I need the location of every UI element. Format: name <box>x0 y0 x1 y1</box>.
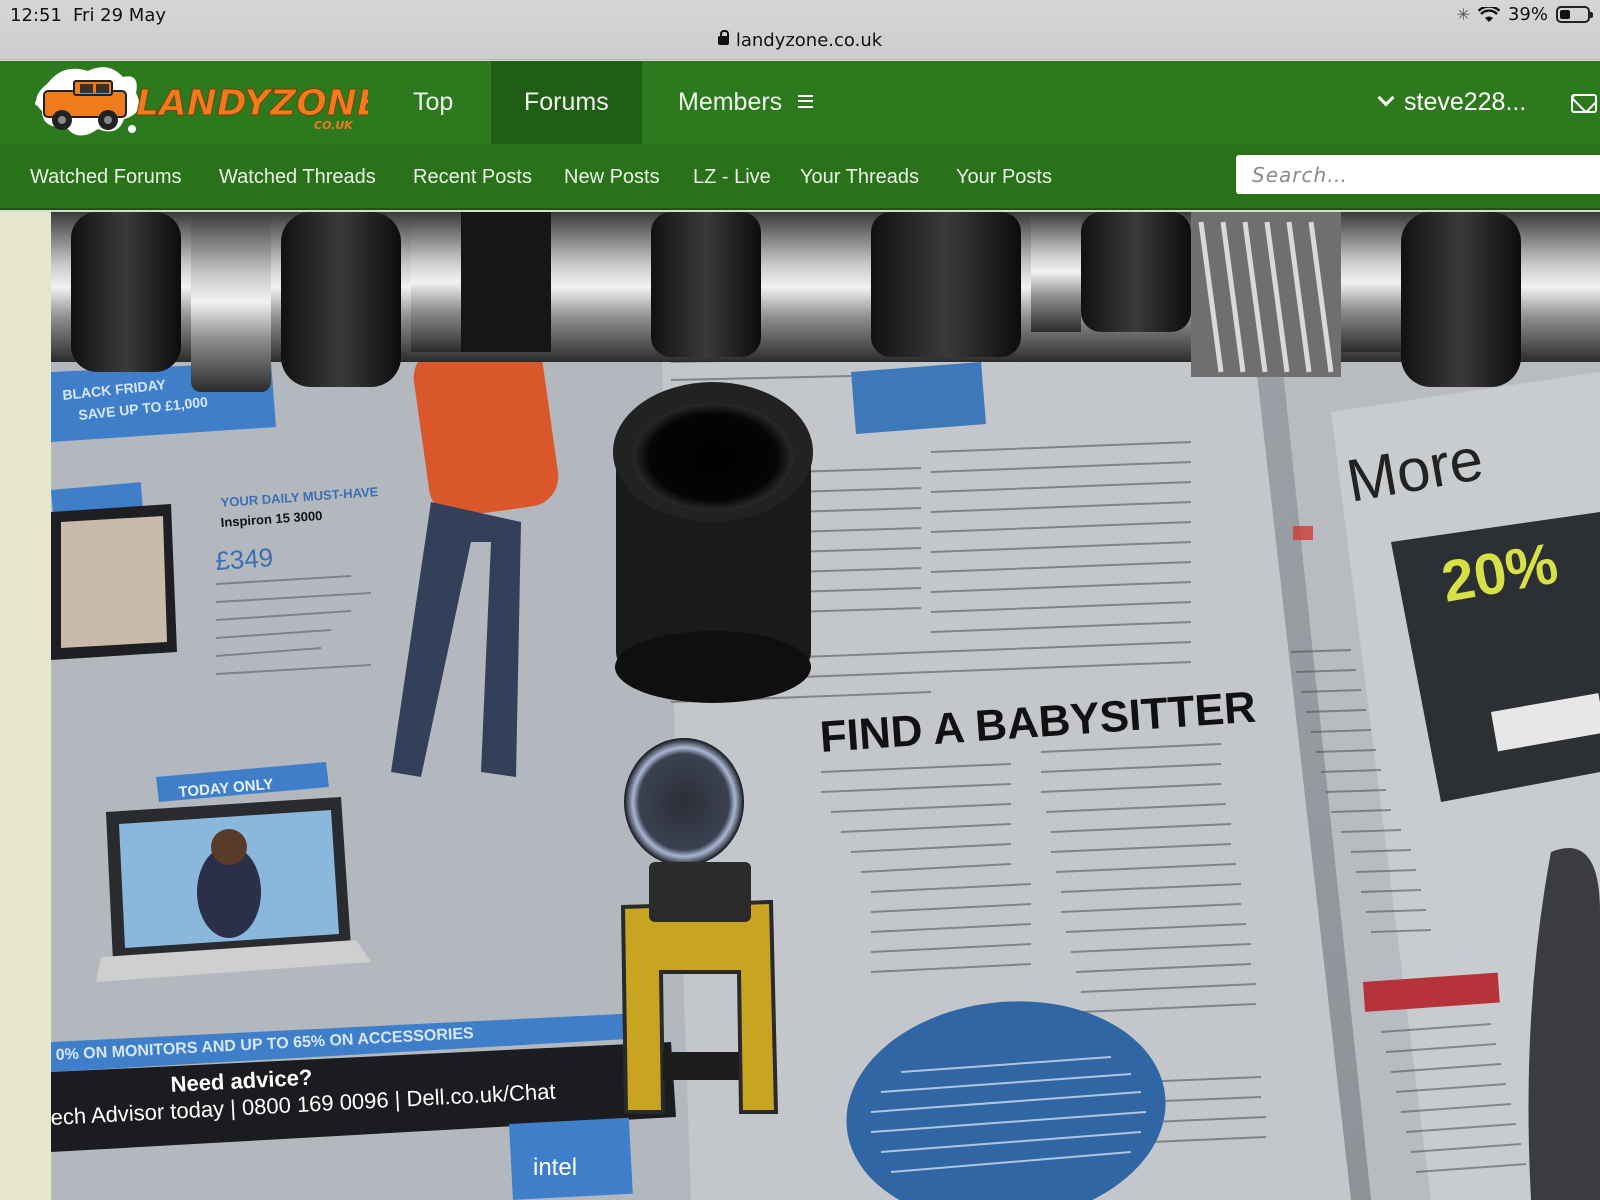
lock-icon <box>717 30 729 45</box>
landyzone-logo[interactable]: LANDYZONE CO.UK <box>28 63 382 141</box>
ios-status-bar: 12:51 Fri 29 May ✳ 39% landyzone.co.uk <box>0 0 1600 60</box>
status-date: Fri 29 May <box>73 5 167 26</box>
subnav-watched-threads[interactable]: Watched Threads <box>219 144 376 210</box>
nav-tab-top[interactable]: Top <box>380 61 486 144</box>
page-sidebar-strip <box>0 212 51 1200</box>
loading-icon: ✳ <box>1456 5 1470 24</box>
logo-suffix: CO.UK <box>314 119 354 132</box>
subnav-your-threads[interactable]: Your Threads <box>800 144 919 210</box>
battery-percent: 39% <box>1507 4 1548 25</box>
subnav-lz-live[interactable]: LZ - Live <box>693 144 771 210</box>
chevron-down-icon <box>1377 89 1395 107</box>
user-menu[interactable]: steve228... <box>1377 61 1527 144</box>
battery-icon <box>1556 6 1593 23</box>
subnav-new-posts[interactable]: New Posts <box>564 144 660 210</box>
nav-tab-label: Forums <box>524 88 609 116</box>
url-bar[interactable]: landyzone.co.uk <box>0 30 1600 51</box>
search-input[interactable] <box>1236 155 1600 194</box>
subnav-recent-posts[interactable]: Recent Posts <box>413 144 532 210</box>
menu-icon <box>798 94 814 108</box>
nav-tab-forums[interactable]: Forums <box>491 61 642 144</box>
post-photo[interactable]: FIND A BABYSITTER BLACK FRIDAY SAVE UP T… <box>51 212 1600 1200</box>
mail-icon[interactable] <box>1571 94 1597 113</box>
ad-intel: intel <box>533 1154 577 1181</box>
url-text: landyzone.co.uk <box>735 30 883 51</box>
status-indicators: ✳ 39% <box>1456 4 1593 25</box>
username: steve228... <box>1404 88 1527 116</box>
logo-text: LANDYZONE <box>136 83 368 124</box>
nav-tab-members[interactable]: Members <box>645 61 846 144</box>
wifi-icon <box>1477 6 1500 22</box>
sub-navbar: Watched Forums Watched Threads Recent Po… <box>0 144 1600 210</box>
subnav-your-posts[interactable]: Your Posts <box>956 144 1052 210</box>
nav-tab-label: Members <box>678 88 783 116</box>
status-time: 12:51 <box>10 5 62 26</box>
nav-tab-label: Top <box>413 88 454 116</box>
main-navbar: LANDYZONE CO.UK Top Forums Members steve… <box>0 61 1600 144</box>
ad-price: £349 <box>214 542 274 576</box>
subnav-watched-forums[interactable]: Watched Forums <box>30 144 182 210</box>
